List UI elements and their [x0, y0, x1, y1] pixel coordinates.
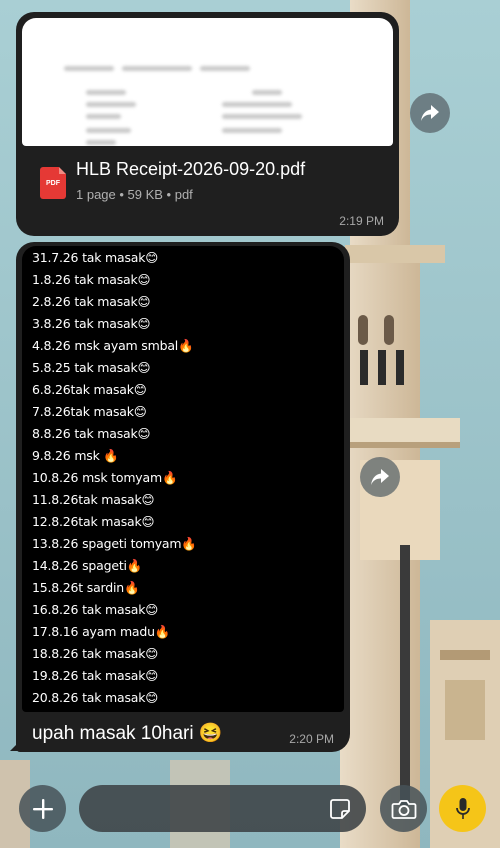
note-line: 16.8.26 tak masak😊	[32, 602, 159, 617]
note-line: 12.8.26tak masak😊	[32, 514, 155, 529]
note-line: 14.8.26 spageti🔥	[32, 558, 143, 573]
message-caption: upah masak 10hari 😆	[32, 723, 223, 744]
note-line: 10.8.26 msk tomyam🔥	[32, 470, 178, 485]
note-line: 17.8.16 ayam madu🔥	[32, 624, 171, 639]
note-line: 4.8.26 msk ayam smbal🔥	[32, 338, 194, 353]
pdf-preview-thumbnail[interactable]	[22, 18, 393, 146]
pdf-badge-label: PDF	[46, 179, 60, 187]
pdf-message-bubble[interactable]: PDF HLB Receipt-2026-09-20.pdf 1 page • …	[16, 12, 399, 236]
note-line: 5.8.25 tak masak😊	[32, 360, 151, 375]
attach-plus-button[interactable]	[19, 785, 66, 832]
message-input[interactable]	[79, 785, 366, 832]
note-line: 7.8.26tak masak😊	[32, 404, 147, 419]
message-time: 2:20 PM	[289, 732, 334, 746]
note-line: 31.7.26 tak masak😊	[32, 250, 159, 265]
forward-button[interactable]	[360, 457, 400, 497]
share-arrow-icon	[421, 105, 439, 121]
share-arrow-icon	[371, 469, 389, 485]
camera-button[interactable]	[380, 785, 427, 832]
image-message-bubble[interactable]: 31.7.26 tak masak😊 1.8.26 tak masak😊 2.8…	[16, 242, 350, 752]
pdf-file-icon: PDF	[40, 167, 66, 199]
note-line: 1.8.26 tak masak😊	[32, 272, 151, 287]
plus-icon	[32, 798, 53, 819]
voice-message-button[interactable]	[439, 785, 486, 832]
note-line: 3.8.26 tak masak😊	[32, 316, 151, 331]
pdf-file-info[interactable]: PDF HLB Receipt-2026-09-20.pdf 1 page • …	[22, 148, 393, 220]
note-line: 20.8.26 tak masak😊	[32, 690, 159, 705]
pdf-file-meta: 1 page • 59 KB • pdf	[76, 187, 193, 202]
note-line: 8.8.26 tak masak😊	[32, 426, 151, 441]
camera-icon	[391, 799, 416, 819]
note-line: 2.8.26 tak masak😊	[32, 294, 151, 309]
sticker-icon[interactable]	[329, 798, 351, 820]
message-time: 2:19 PM	[339, 214, 384, 228]
microphone-icon	[455, 797, 470, 819]
note-line: 19.8.26 tak masak😊	[32, 668, 159, 683]
pdf-file-name: HLB Receipt-2026-09-20.pdf	[76, 159, 306, 179]
note-line: 9.8.26 msk 🔥	[32, 448, 119, 463]
note-line: 13.8.26 spageti tomyam🔥	[32, 536, 197, 551]
forward-button[interactable]	[410, 93, 450, 133]
note-line: 18.8.26 tak masak😊	[32, 646, 159, 661]
note-line: 15.8.26t sardin🔥	[32, 580, 140, 595]
note-line: 11.8.26tak masak😊	[32, 492, 155, 507]
note-image[interactable]: 31.7.26 tak masak😊 1.8.26 tak masak😊 2.8…	[22, 246, 344, 712]
note-line: 6.8.26tak masak😊	[32, 382, 147, 397]
